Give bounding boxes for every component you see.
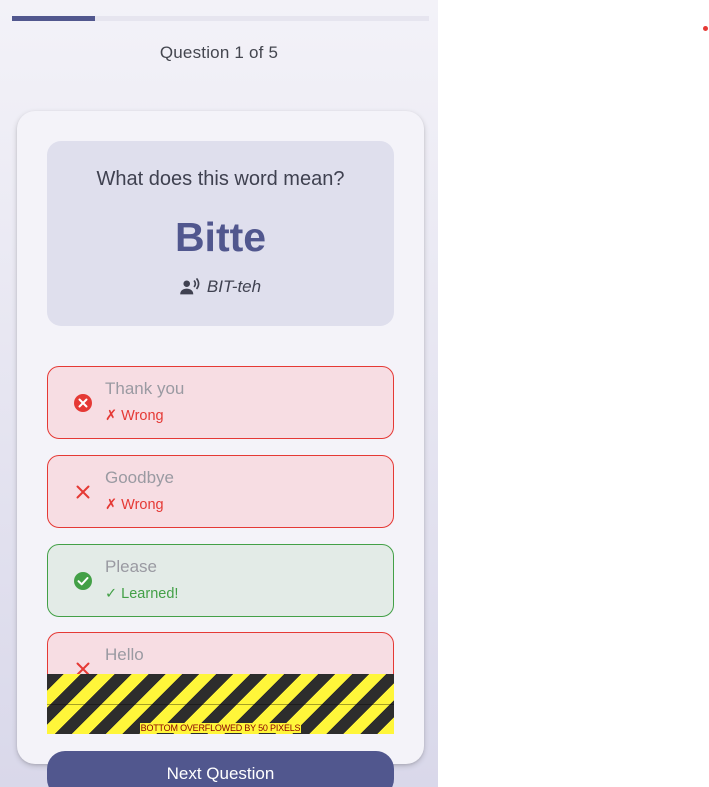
record-voice-icon bbox=[180, 278, 200, 296]
question-box: What does this word mean? Bitte BIT-teh bbox=[47, 141, 394, 326]
cancel-circle-icon bbox=[73, 393, 93, 413]
vocab-word: Bitte bbox=[174, 214, 267, 260]
option-label: Thank you bbox=[105, 379, 185, 398]
quiz-screen: Question 1 of 5 What does this word mean… bbox=[0, 0, 438, 787]
option-status: ✗ Wrong bbox=[105, 408, 164, 424]
check-circle-icon bbox=[73, 571, 93, 591]
pronunciation-text: BIT-teh bbox=[206, 277, 262, 296]
progress-bar bbox=[12, 16, 429, 21]
option-status: ✗ Wrong bbox=[105, 497, 164, 513]
answer-option-goodbye[interactable]: Goodbye ✗ Wrong bbox=[47, 455, 394, 528]
option-label: Hello bbox=[105, 645, 144, 664]
next-question-button[interactable]: Next Question bbox=[47, 751, 394, 787]
answer-option-please[interactable]: Please ✓ Learned! bbox=[47, 544, 394, 617]
overflow-warning-strip: BOTTOM OVERFLOWED BY 50 PIXELS bbox=[47, 674, 394, 734]
overflow-warning-text: BOTTOM OVERFLOWED BY 50 PIXELS bbox=[139, 723, 302, 733]
question-prompt: What does this word mean? bbox=[96, 168, 345, 190]
question-counter: Question 1 of 5 bbox=[159, 43, 279, 62]
option-status: ✓ Learned! bbox=[105, 586, 179, 602]
option-label: Goodbye bbox=[105, 468, 174, 487]
progress-fill bbox=[12, 16, 96, 21]
quiz-card: What does this word mean? Bitte BIT-teh bbox=[17, 111, 424, 764]
pronunciation: BIT-teh bbox=[47, 277, 394, 297]
indicator-dot bbox=[703, 26, 708, 31]
close-icon bbox=[73, 482, 93, 502]
answer-option-thank-you[interactable]: Thank you ✗ Wrong bbox=[47, 366, 394, 439]
option-label: Please bbox=[105, 557, 157, 576]
